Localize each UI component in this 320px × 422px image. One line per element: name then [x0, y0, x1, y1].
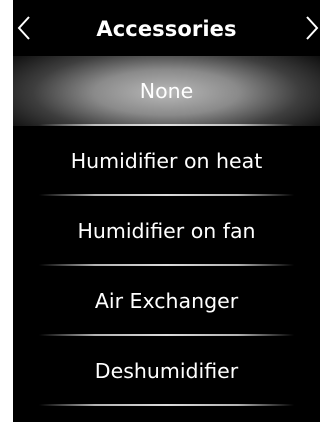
option-humidifier-on-fan[interactable]: Humidifier on fan [13, 196, 320, 266]
option-label: Humidifier on heat [70, 149, 263, 173]
header: Accessories [13, 0, 320, 56]
chevron-right-icon [302, 14, 320, 42]
divider [39, 404, 294, 406]
next-button[interactable] [302, 14, 320, 42]
option-humidifier-on-heat[interactable]: Humidifier on heat [13, 126, 320, 196]
previous-button[interactable] [14, 14, 34, 42]
option-label: Humidifier on fan [77, 219, 256, 243]
option-none[interactable]: None [13, 56, 320, 126]
option-label: Air Exchanger [94, 289, 239, 313]
page-title: Accessories [96, 17, 237, 41]
option-label: None [139, 79, 194, 103]
chevron-left-icon [14, 14, 34, 42]
accessory-options-list: None Humidifier on heat Humidifier on fa… [13, 56, 320, 406]
option-air-exchanger[interactable]: Air Exchanger [13, 266, 320, 336]
option-label: Deshumidifier [94, 359, 239, 383]
option-deshumidifier[interactable]: Deshumidifier [13, 336, 320, 406]
thermostat-screen: Accessories None Humidifier on heat Humi… [13, 0, 320, 422]
